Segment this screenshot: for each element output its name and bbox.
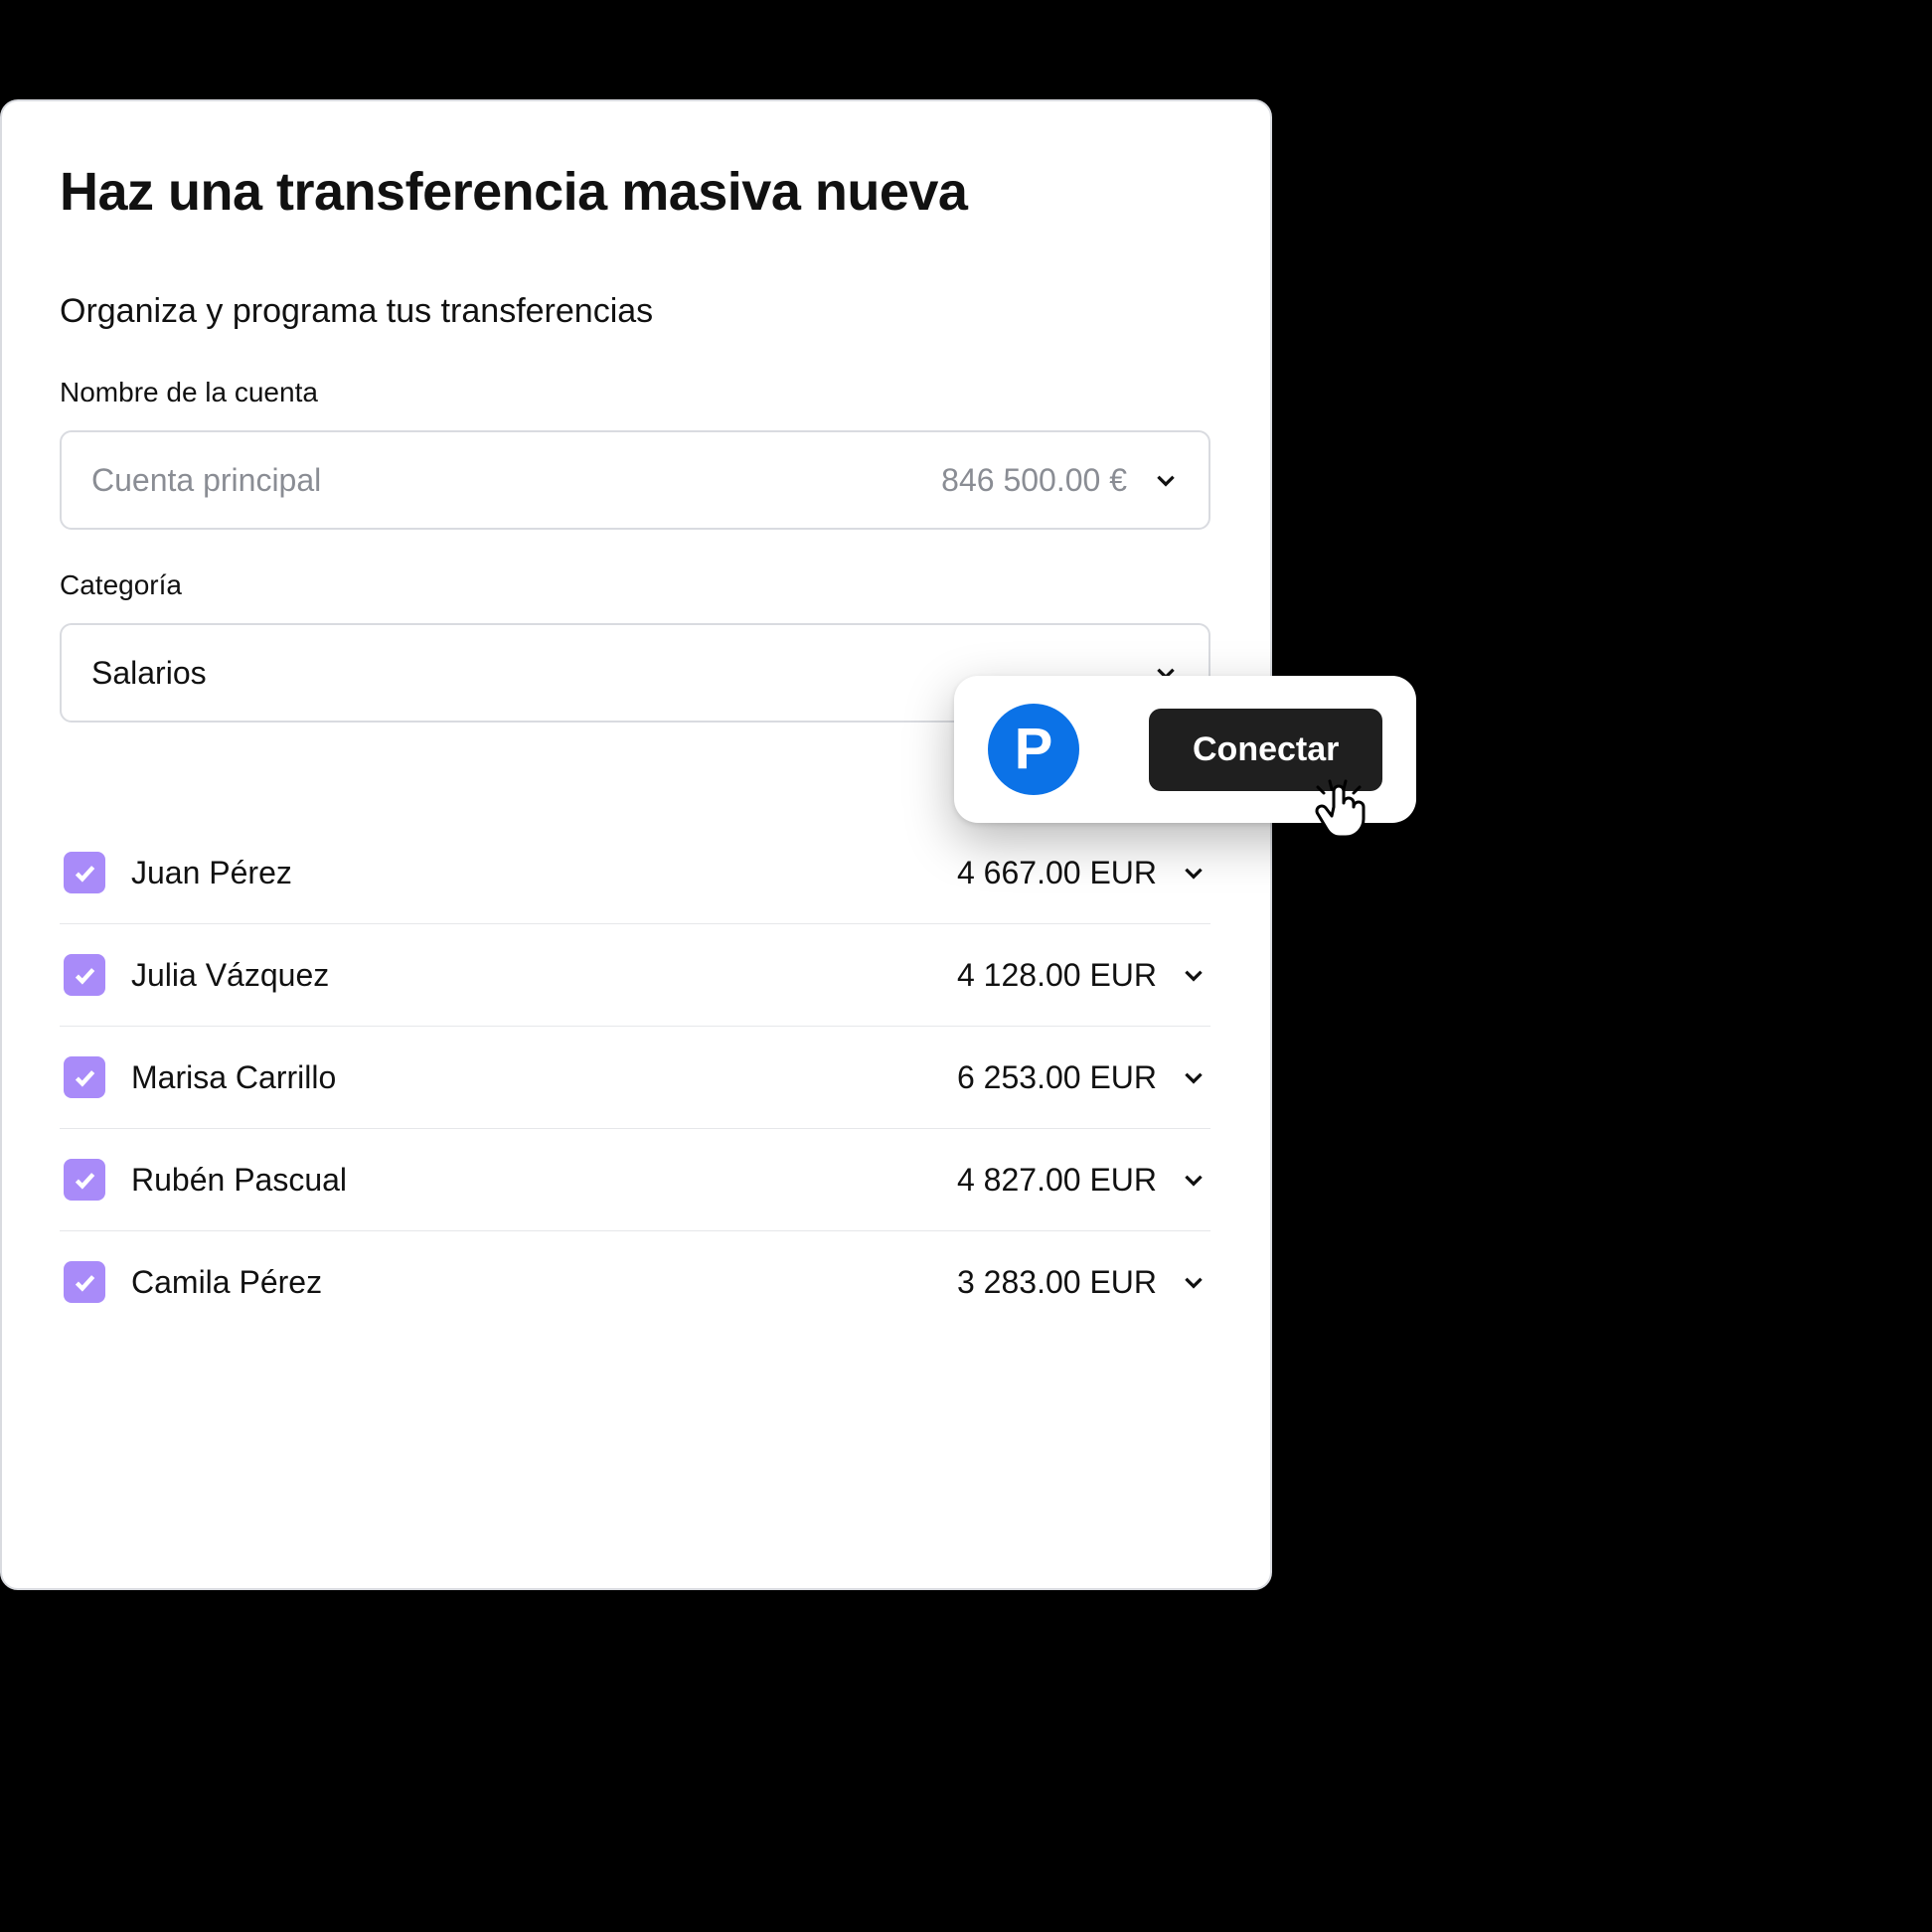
transfer-checkbox[interactable] <box>64 954 105 996</box>
transfer-amount: 4 827.00 EUR <box>957 1162 1157 1199</box>
transfer-checkbox[interactable] <box>64 852 105 893</box>
transfer-amount: 6 253.00 EUR <box>957 1059 1157 1096</box>
account-select[interactable]: Cuenta principal 846 500.00 € <box>60 430 1210 530</box>
transfer-name: Juan Pérez <box>131 855 292 891</box>
chevron-down-icon <box>1153 467 1179 493</box>
chevron-down-icon <box>1181 1167 1207 1193</box>
transfer-name: Marisa Carrillo <box>131 1059 336 1096</box>
chevron-down-icon <box>1181 1064 1207 1090</box>
transfer-amount: 4 667.00 EUR <box>957 855 1157 891</box>
transfer-amount: 3 283.00 EUR <box>957 1264 1157 1301</box>
brand-logo-icon: P <box>988 704 1079 795</box>
transfer-name: Camila Pérez <box>131 1264 322 1301</box>
transfer-row[interactable]: Camila Pérez 3 283.00 EUR <box>60 1231 1210 1333</box>
chevron-down-icon <box>1181 860 1207 886</box>
transfer-row[interactable]: Juan Pérez 4 667.00 EUR <box>60 822 1210 924</box>
chevron-down-icon <box>1181 1269 1207 1295</box>
main-panel: Haz una transferencia masiva nueva Organ… <box>0 99 1272 1590</box>
transfer-amount: 4 128.00 EUR <box>957 957 1157 994</box>
transfer-row[interactable]: Julia Vázquez 4 128.00 EUR <box>60 924 1210 1027</box>
account-balance: 846 500.00 € <box>941 462 1127 499</box>
category-selected-value: Salarios <box>91 655 207 692</box>
account-field-label: Nombre de la cuenta <box>60 377 1210 408</box>
transfer-checkbox[interactable] <box>64 1261 105 1303</box>
transfer-name: Rubén Pascual <box>131 1162 347 1199</box>
account-selected-value: Cuenta principal <box>91 462 321 499</box>
transfer-name: Julia Vázquez <box>131 957 329 994</box>
transfer-checkbox[interactable] <box>64 1056 105 1098</box>
transfer-row[interactable]: Rubén Pascual 4 827.00 EUR <box>60 1129 1210 1231</box>
page-title: Haz una transferencia masiva nueva <box>60 161 1210 223</box>
transfer-checkbox[interactable] <box>64 1159 105 1201</box>
category-field-label: Categoría <box>60 569 1210 601</box>
cursor-icon <box>1312 777 1375 841</box>
chevron-down-icon <box>1181 962 1207 988</box>
transfers-list: Juan Pérez 4 667.00 EUR Julia Vázquez 4 128… <box>60 822 1210 1333</box>
page-subtitle: Organiza y programa tus transferencias <box>60 292 1210 331</box>
transfer-row[interactable]: Marisa Carrillo 6 253.00 EUR <box>60 1027 1210 1129</box>
